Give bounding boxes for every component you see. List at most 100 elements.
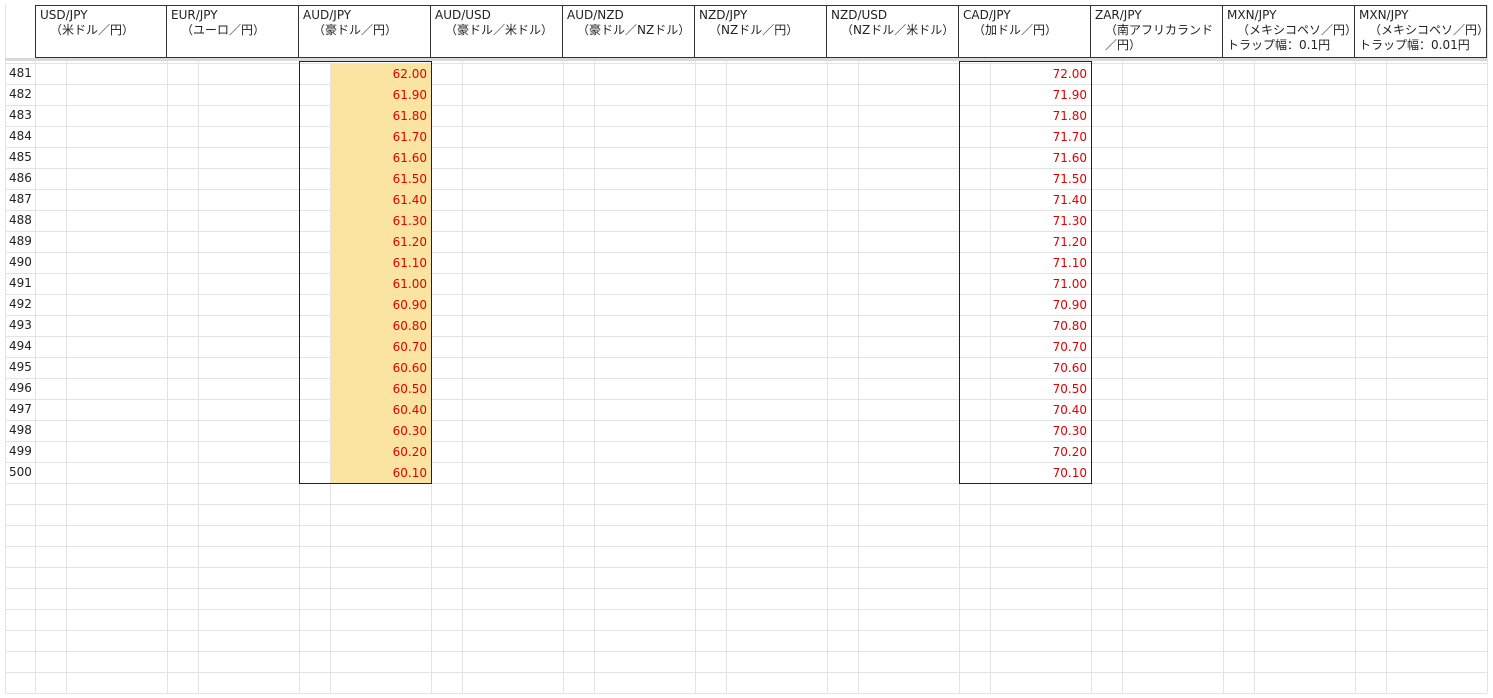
column-header-name: （米ドル／円） [50, 23, 135, 37]
column-header-name: （南アフリカランド [1105, 23, 1214, 37]
column-header-name: （メキシコペソ／円） [1369, 23, 1487, 37]
gridline-horizontal [5, 231, 1487, 232]
gridline-horizontal [5, 147, 1487, 148]
gridline-vertical [1355, 5, 1356, 693]
gridline-horizontal [5, 189, 1487, 190]
row-number: 483 [9, 108, 32, 122]
gridline-horizontal [5, 651, 1487, 652]
gridline-horizontal [5, 168, 1487, 169]
column-header-name: （NZドル／円） [709, 23, 799, 37]
row-number: 500 [9, 465, 32, 479]
header-separator [5, 58, 1487, 61]
row-number: 491 [9, 276, 32, 290]
column-header-name: （豪ドル／米ドル） [445, 23, 554, 37]
gridline-horizontal [5, 441, 1487, 442]
row-number: 488 [9, 213, 32, 227]
gridline-horizontal [5, 378, 1487, 379]
row-number: 485 [9, 150, 32, 164]
row-number: 494 [9, 339, 32, 353]
gridline-vertical [1487, 5, 1488, 693]
gridline-vertical [858, 5, 859, 693]
column-header-name: （ユーロ／円） [181, 23, 266, 37]
gridline-horizontal [5, 462, 1487, 463]
row-number: 493 [9, 318, 32, 332]
column-header[interactable]: NZD/USD （NZドル／米ドル） [827, 5, 959, 58]
column-header-code: MXN/JPY [1227, 8, 1277, 22]
gridline-vertical [66, 5, 67, 693]
gridline-vertical [1386, 5, 1387, 693]
aud-jpy-range-border [299, 61, 432, 484]
gridline-horizontal [5, 693, 1487, 694]
spreadsheet-grid[interactable]: USD/JPY （米ドル／円） EUR/JPY （ユーロ／円） AUD/JPY （豪ドル／… [0, 0, 1493, 698]
gridline-vertical [563, 5, 564, 693]
gridline-horizontal [5, 672, 1487, 673]
row-number: 499 [9, 444, 32, 458]
column-header[interactable]: CAD/JPY （加ドル／円） [959, 5, 1091, 58]
gridline-horizontal [5, 525, 1487, 526]
column-header-code: AUD/JPY [303, 8, 352, 22]
row-number: 482 [9, 87, 32, 101]
gridline-vertical [695, 5, 696, 693]
gridline-horizontal [5, 210, 1487, 211]
column-header[interactable]: USD/JPY （米ドル／円） [35, 5, 167, 58]
row-number: 498 [9, 423, 32, 437]
gridline-vertical [167, 5, 168, 693]
gridline-horizontal [5, 546, 1487, 547]
gridline-horizontal [5, 588, 1487, 589]
gridline-horizontal [5, 63, 1487, 64]
row-number: 492 [9, 297, 32, 311]
column-header[interactable]: MXN/JPY （メキシコペソ／円） トラップ幅：0.1円 [1223, 5, 1355, 58]
column-header[interactable]: NZD/JPY （NZドル／円） [695, 5, 827, 58]
gridline-vertical [198, 5, 199, 693]
gridline-horizontal [5, 567, 1487, 568]
row-number: 490 [9, 255, 32, 269]
column-header-code: MXN/JPY [1359, 8, 1409, 22]
gridline-horizontal [5, 336, 1487, 337]
column-header-name: （NZドル／米ドル） [841, 23, 955, 37]
column-header-name: （豪ドル／円） [313, 23, 398, 37]
row-number: 489 [9, 234, 32, 248]
column-header-code: AUD/USD [435, 8, 491, 22]
column-header-code: USD/JPY [40, 8, 88, 22]
gridline-horizontal [5, 504, 1487, 505]
gridline-vertical [35, 5, 36, 693]
column-header-code: CAD/JPY [963, 8, 1011, 22]
column-header-name: （豪ドル／NZドル） [577, 23, 691, 37]
gridline-vertical [827, 5, 828, 693]
gridline-vertical [1254, 5, 1255, 693]
column-header-code: ZAR/JPY [1095, 8, 1142, 22]
column-header[interactable]: AUD/JPY （豪ドル／円） [299, 5, 431, 58]
gridline-vertical [462, 5, 463, 693]
column-header-code: NZD/USD [831, 8, 888, 22]
gridline-horizontal [5, 399, 1487, 400]
row-number: 481 [9, 66, 32, 80]
column-header-code: EUR/JPY [171, 8, 218, 22]
column-header-name: （メキシコペソ／円） [1237, 23, 1355, 37]
gridline-horizontal [5, 420, 1487, 421]
row-number: 484 [9, 129, 32, 143]
gridline-horizontal [5, 105, 1487, 106]
row-number: 496 [9, 381, 32, 395]
column-header-code: AUD/NZD [567, 8, 624, 22]
gridline-vertical [1223, 5, 1224, 693]
row-number: 487 [9, 192, 32, 206]
column-header[interactable]: MXN/JPY （メキシコペソ／円） トラップ幅：0.01円 [1355, 5, 1487, 58]
gridline-horizontal [5, 357, 1487, 358]
column-header[interactable]: EUR/JPY （ユーロ／円） [167, 5, 299, 58]
gridline-vertical [594, 5, 595, 693]
column-header-note: トラップ幅：0.01円 [1359, 38, 1470, 52]
gridline-horizontal [5, 294, 1487, 295]
column-header-name: （加ドル／円） [973, 23, 1058, 37]
column-header-code: NZD/JPY [699, 8, 748, 22]
row-number: 497 [9, 402, 32, 416]
gridline-vertical [1122, 5, 1123, 693]
column-header[interactable]: AUD/USD （豪ドル／米ドル） [431, 5, 563, 58]
row-number: 486 [9, 171, 32, 185]
column-header[interactable]: ZAR/JPY （南アフリカランド ／円） [1091, 5, 1223, 58]
gridline-horizontal [5, 315, 1487, 316]
column-header-note: トラップ幅：0.1円 [1227, 38, 1331, 52]
gridline-horizontal [5, 273, 1487, 274]
column-header[interactable]: AUD/NZD （豪ドル／NZドル） [563, 5, 695, 58]
gridline-horizontal [5, 609, 1487, 610]
gridline-horizontal [5, 252, 1487, 253]
